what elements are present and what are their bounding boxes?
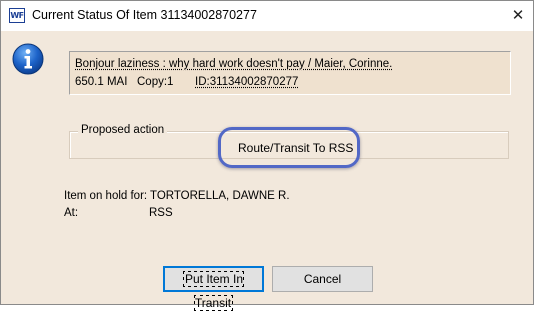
- call-number: 650.1 MAI: [75, 76, 128, 88]
- item-info-box: Bonjour laziness : why hard work doesn't…: [69, 51, 511, 95]
- cancel-button[interactable]: Cancel: [272, 266, 373, 292]
- hold-at-value: RSS: [149, 207, 173, 219]
- hold-for-label: Item on hold for:: [64, 190, 148, 202]
- item-details-line: 650.1 MAI Copy:1 ID:31134002870277: [75, 76, 298, 88]
- hold-for-value: TORTORELLA, DAWNE R.: [150, 190, 290, 202]
- info-icon: [12, 43, 44, 75]
- item-id: ID:31134002870277: [195, 76, 299, 88]
- title-bar[interactable]: WF Current Status Of Item 31134002870277…: [1, 1, 533, 31]
- hold-at-label: At:: [64, 207, 79, 219]
- put-item-in-transit-label: Put Item In Transit: [182, 271, 245, 311]
- dialog-window: WF Current Status Of Item 31134002870277…: [0, 0, 534, 311]
- copy-number: Copy:1: [137, 76, 174, 88]
- item-title-line: Bonjour laziness : why hard work doesn't…: [75, 58, 393, 70]
- highlight-annotation: [218, 127, 360, 168]
- put-item-in-transit-button[interactable]: Put Item In Transit: [163, 266, 264, 311]
- close-icon[interactable]: ✕: [503, 1, 533, 31]
- proposed-action-label: Proposed action: [78, 124, 168, 136]
- workflows-app-icon: WF: [9, 8, 25, 23]
- window-title: Current Status Of Item 31134002870277: [32, 8, 257, 22]
